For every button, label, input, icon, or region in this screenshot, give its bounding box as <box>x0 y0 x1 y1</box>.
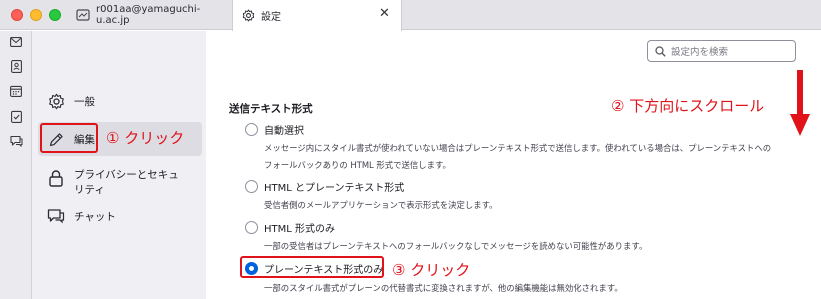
nav-item-general[interactable]: 一般 <box>38 89 202 113</box>
tab-mail[interactable]: r001aa@yamaguchi-u.ac.jp <box>72 0 232 30</box>
gear-icon <box>46 91 66 111</box>
title-bar: r001aa@yamaguchi-u.ac.jp 設定 ✕ <box>0 0 821 31</box>
description-line: メッセージ内にスタイル書式が使われていない場合はプレーンテキスト形式で送信します… <box>264 143 772 153</box>
radio-label: 自動選択 <box>264 126 304 137</box>
address-book-icon[interactable] <box>9 59 23 73</box>
radio-label: HTML 形式のみ <box>264 224 336 235</box>
description-line: 一部のスタイル書式がプレーンの代替書式に変換されますが、他の編集機能は無効化され… <box>264 283 623 293</box>
highlight-box-compose <box>40 123 98 153</box>
description-line: 一部の受信者はプレーンテキストへのフォールバックなしでメッセージを読めない可能性… <box>264 241 648 251</box>
highlight-box-plain-text <box>240 256 384 278</box>
mail-space-icon[interactable] <box>9 35 23 49</box>
chat-space-icon[interactable] <box>9 134 23 148</box>
option-description: 一部の受信者はプレーンテキストへのフォールバックなしでメッセージを読めない可能性… <box>264 238 647 255</box>
annotation-step-3: ③ クリック <box>392 261 471 279</box>
tab-settings[interactable]: 設定 ✕ <box>232 0 402 31</box>
lock-icon <box>46 168 66 188</box>
gear-icon <box>241 9 255 23</box>
nav-item-label: 一般 <box>74 95 95 108</box>
nav-item-label: プライバシーとセキュリティ <box>74 169 179 196</box>
tab-label: r001aa@yamaguchi-u.ac.jp <box>96 4 201 26</box>
minimize-window-button[interactable] <box>30 9 42 21</box>
search-icon <box>655 45 666 57</box>
radio-button[interactable] <box>245 180 258 193</box>
scroll-down-arrow-icon <box>790 70 810 136</box>
option-description: 受信者側のメールアプリケーションで表示形式を決定します。 <box>264 197 498 214</box>
option-description: 一部のスタイル書式がプレーンの代替書式に変換されますが、他の編集機能は無効化され… <box>264 280 623 297</box>
description-line: 受信者側のメールアプリケーションで表示形式を決定します。 <box>264 200 498 210</box>
radio-html-and-plain[interactable]: HTML とプレーンテキスト形式 <box>245 179 404 194</box>
nav-item-privacy-security[interactable]: プライバシーとセキュリティ <box>38 165 202 205</box>
chat-icon <box>46 206 66 226</box>
radio-button[interactable] <box>245 221 258 234</box>
annotation-step-2: ② 下方向にスクロール <box>611 97 765 115</box>
annotation-step-1: ① クリック <box>106 129 185 147</box>
settings-search-input[interactable]: 設定内を検索 <box>647 40 796 62</box>
radio-label: HTML とプレーンテキスト形式 <box>264 183 405 194</box>
tasks-icon[interactable] <box>9 109 23 123</box>
nav-item-label: チャット <box>74 210 116 223</box>
settings-category-nav: 一般 編集 プライバシーとセキュリティ チャット <box>32 31 206 299</box>
nav-item-chat[interactable]: チャット <box>38 204 202 228</box>
zoom-window-button[interactable] <box>49 9 61 21</box>
option-description: メッセージ内にスタイル書式が使われていない場合はプレーンテキスト形式で送信します… <box>264 140 771 174</box>
calendar-icon[interactable] <box>9 84 23 98</box>
spaces-toolbar <box>0 31 32 299</box>
radio-auto-select[interactable]: 自動選択 <box>245 122 304 137</box>
close-tab-icon[interactable]: ✕ <box>379 7 391 20</box>
section-title-send-format: 送信テキスト形式 <box>229 103 313 115</box>
tab-label: 設定 <box>261 12 281 23</box>
mail-icon <box>76 8 90 22</box>
close-window-button[interactable] <box>11 9 23 21</box>
description-line: フォールバックありの HTML 形式で送信します。 <box>264 160 451 170</box>
radio-html-only[interactable]: HTML 形式のみ <box>245 220 335 235</box>
search-placeholder: 設定内を検索 <box>671 47 729 58</box>
radio-button[interactable] <box>245 123 258 136</box>
